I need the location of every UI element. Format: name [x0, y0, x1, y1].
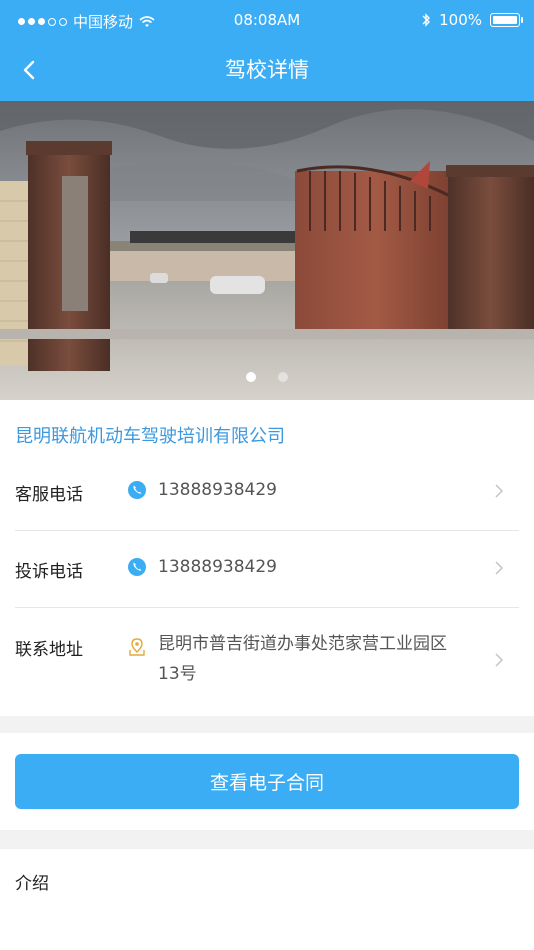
intro-title: 介绍 — [15, 874, 49, 894]
pager-dot-1[interactable] — [246, 372, 256, 382]
contract-section: 查看电子合同 — [0, 733, 534, 830]
pager-dot-2[interactable] — [278, 372, 288, 382]
location-icon — [129, 638, 145, 656]
nav-bar: 驾校详情 — [0, 44, 534, 94]
address-value: 昆明市普吉街道办事处范家营工业园区 13号 — [158, 629, 447, 689]
view-contract-button[interactable]: 查看电子合同 — [15, 754, 519, 809]
service-phone-label: 客服电话 — [15, 485, 83, 505]
carousel-pager — [0, 372, 534, 382]
service-phone-value: 13888938429 — [158, 480, 277, 500]
chevron-right-icon — [495, 653, 504, 667]
battery-percent: 100% — [439, 11, 482, 29]
bluetooth-icon — [422, 13, 431, 27]
school-info-card: 昆明联航机动车驾驶培训有限公司 客服电话 13888938429 投诉电话 13… — [0, 400, 534, 716]
battery-icon — [490, 13, 523, 27]
address-label: 联系地址 — [15, 640, 83, 660]
phone-icon — [128, 558, 146, 576]
divider — [15, 607, 519, 608]
school-gate-photo — [0, 101, 534, 400]
complaint-phone-row[interactable]: 投诉电话 13888938429 — [15, 555, 519, 583]
banner-carousel[interactable] — [0, 101, 534, 400]
complaint-phone-value: 13888938429 — [158, 557, 277, 577]
status-bar: 中国移动 08:08AM 100% — [0, 0, 534, 40]
complaint-phone-label: 投诉电话 — [15, 562, 83, 582]
phone-icon — [128, 481, 146, 499]
divider — [15, 530, 519, 531]
address-row[interactable]: 联系地址 昆明市普吉街道办事处范家营工业园区 13号 — [15, 633, 519, 693]
top-bar: 中国移动 08:08AM 100% 驾校详情 — [0, 0, 534, 101]
intro-section: 介绍 — [0, 849, 534, 950]
page-title: 驾校详情 — [225, 58, 309, 82]
service-phone-row[interactable]: 客服电话 13888938429 — [15, 478, 519, 506]
chevron-right-icon — [495, 484, 504, 498]
chevron-right-icon — [495, 561, 504, 575]
address-line-1: 昆明市普吉街道办事处范家营工业园区 — [158, 634, 447, 654]
address-line-2: 13号 — [158, 664, 197, 684]
status-right: 100% — [421, 11, 523, 29]
company-name: 昆明联航机动车驾驶培训有限公司 — [15, 426, 285, 447]
